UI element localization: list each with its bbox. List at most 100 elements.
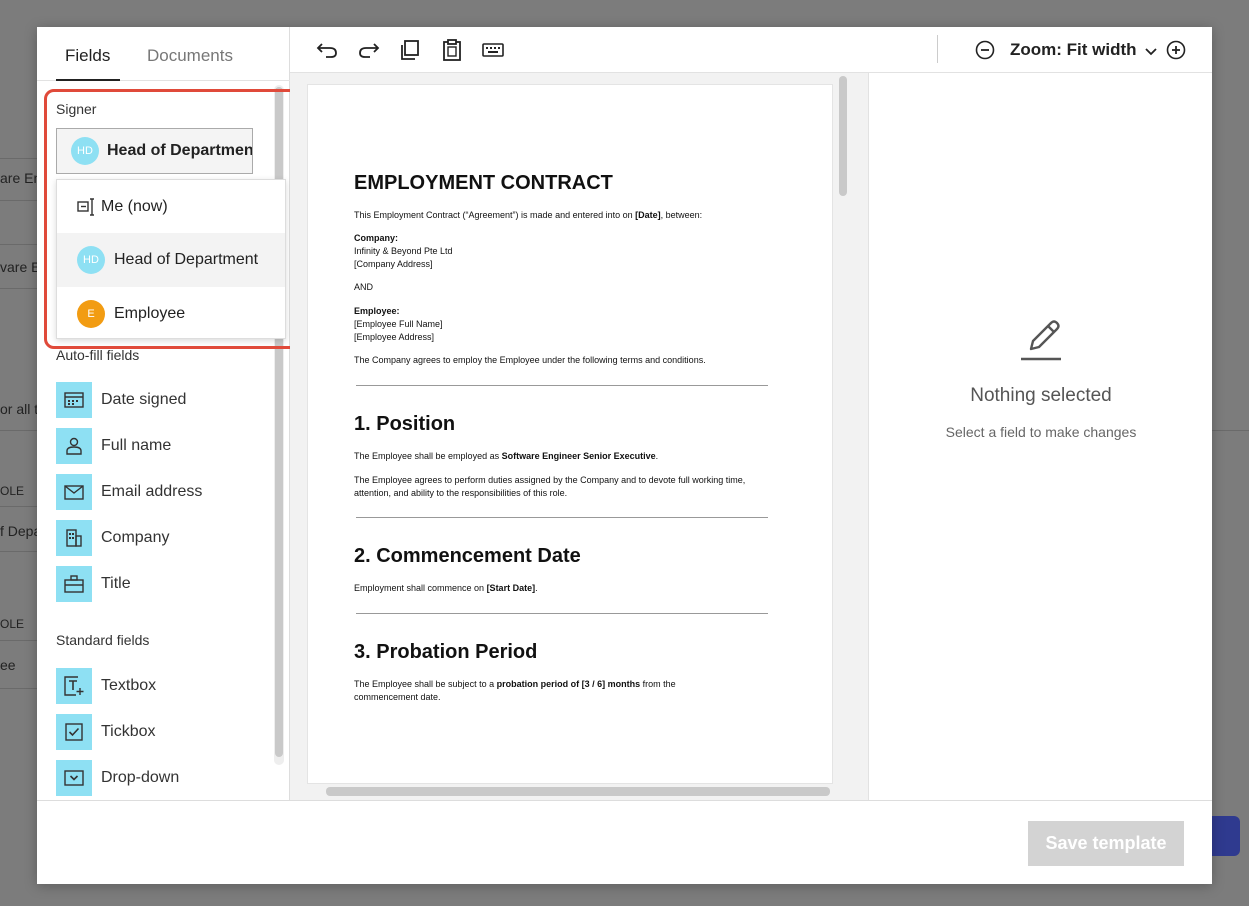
standard-section-label: Standard fields (56, 632, 150, 648)
tab-fields[interactable]: Fields (65, 46, 110, 66)
field-company[interactable]: Company (56, 520, 256, 556)
text: The Employee shall be subject to a (354, 679, 497, 689)
date-placeholder: [Date] (635, 210, 661, 220)
avatar: HD (71, 137, 99, 165)
building-icon (56, 520, 92, 556)
probation-term: probation period of [3 / 6] months (496, 679, 641, 689)
empty-state-subtitle: Select a field to make changes (945, 424, 1137, 440)
intro-paragraph: This Employment Contract (“Agreement”) i… (354, 209, 774, 222)
field-label: Drop-down (101, 769, 180, 786)
employee-name: [Employee Full Name] (354, 319, 443, 329)
bg-divider (0, 551, 37, 552)
field-label: Company (101, 529, 170, 546)
bg-divider (0, 244, 37, 245)
agreement-paragraph: The Company agrees to employ the Employe… (354, 355, 706, 365)
briefcase-icon (56, 566, 92, 602)
field-dropdown[interactable]: Drop-down (56, 760, 256, 796)
keyboard-icon[interactable] (481, 38, 505, 62)
probation-paragraph: The Employee shall be subject to a proba… (354, 678, 714, 704)
signer-selected-name: Head of Department (107, 142, 253, 159)
calendar-icon (56, 382, 92, 418)
bg-text: ee (0, 657, 16, 673)
redo-icon[interactable] (357, 38, 381, 62)
duties-paragraph: The Employee agrees to perform duties as… (354, 475, 746, 498)
text: This Employment Contract (“Agreement”) i… (354, 210, 636, 220)
bg-divider (0, 506, 37, 507)
employee-label: Employee: (354, 306, 400, 316)
section-heading: 1. Position (354, 413, 456, 435)
bg-divider (0, 200, 37, 201)
undo-icon[interactable] (315, 38, 339, 62)
bg-text: vare E (0, 259, 37, 275)
field-label: Date signed (101, 391, 187, 408)
field-label: Title (101, 575, 131, 592)
company-block: Company: Infinity & Beyond Pte Ltd [Comp… (354, 232, 774, 271)
option-label: Head of Department (114, 251, 259, 268)
job-title: Software Engineer Senior Executive (501, 451, 656, 461)
bg-button (1212, 816, 1240, 856)
option-label: Employee (114, 305, 186, 322)
checkbox-icon (56, 714, 92, 750)
field-full-name[interactable]: Full name (56, 428, 256, 464)
field-date-signed[interactable]: Date signed (56, 382, 256, 418)
section-divider (356, 385, 768, 386)
field-title[interactable]: Title (56, 566, 256, 602)
avatar: E (77, 300, 105, 328)
bg-divider (0, 640, 37, 641)
paste-icon[interactable] (440, 38, 464, 62)
modal-footer: Save template (37, 800, 1212, 884)
zoom-label: Zoom: Fit width (1010, 40, 1137, 59)
bg-text: f Depa (0, 523, 37, 539)
signer-select[interactable]: HD Head of Department (56, 128, 253, 174)
signer-dropdown-menu: Me (now) HD Head of Department E Employe… (56, 179, 286, 339)
document-title: EMPLOYMENT CONTRACT (354, 172, 613, 194)
dropdown-icon (56, 760, 92, 796)
employee-address: [Employee Address] (354, 332, 435, 342)
toolbar-divider (937, 35, 938, 63)
panel-tabs: Fields Documents (37, 27, 290, 81)
field-label: Email address (101, 483, 203, 500)
document-page[interactable]: EMPLOYMENT CONTRACT This Employment Cont… (307, 84, 833, 784)
field-tickbox[interactable]: Tickbox (56, 714, 256, 750)
document-horizontal-scrollbar[interactable] (326, 787, 830, 796)
section-heading: 2. Commencement Date (354, 545, 581, 567)
text: . (655, 451, 659, 461)
copy-icon[interactable] (398, 38, 422, 62)
autofill-section-label: Auto-fill fields (56, 347, 140, 363)
chevron-down-icon (1145, 41, 1157, 61)
and-text: AND (354, 282, 374, 292)
section-divider (356, 613, 768, 614)
avatar: HD (77, 246, 105, 274)
bg-text: OLE (0, 484, 25, 498)
field-label: Full name (101, 437, 172, 454)
commencement-paragraph: Employment shall commence on [Start Date… (354, 582, 774, 595)
properties-panel: Nothing selected Select a field to make … (868, 73, 1212, 800)
bg-divider (0, 688, 37, 689)
plus-circle-icon[interactable] (1164, 38, 1188, 62)
bg-divider (1212, 430, 1249, 431)
bg-text: are En (0, 170, 37, 186)
save-template-button[interactable]: Save template (1028, 821, 1184, 866)
bg-divider (0, 288, 37, 289)
zoom-select[interactable]: Zoom: Fit width (1010, 40, 1157, 61)
start-date-placeholder: [Start Date] (486, 583, 536, 593)
field-textbox[interactable]: Textbox (56, 668, 256, 704)
text: . (535, 583, 538, 593)
text: Employment shall commence on (354, 583, 487, 593)
template-editor-modal: Fields Documents Signer HD Head of Depar… (37, 27, 1212, 884)
minus-circle-icon[interactable] (973, 38, 997, 62)
empty-state-title: Nothing selected (970, 385, 1112, 406)
field-email-address[interactable]: Email address (56, 474, 256, 510)
company-address: [Company Address] (354, 259, 433, 269)
document-viewer[interactable]: EMPLOYMENT CONTRACT This Employment Cont… (290, 73, 868, 800)
scrollbar-thumb[interactable] (839, 76, 847, 196)
signer-label: Signer (56, 101, 97, 117)
signature-pad-icon (77, 197, 97, 217)
signer-option-head-of-department[interactable]: HD Head of Department (57, 233, 285, 287)
signer-option-me-now[interactable]: Me (now) (57, 180, 285, 234)
signer-option-employee[interactable]: E Employee (57, 287, 285, 341)
tab-documents[interactable]: Documents (147, 46, 233, 66)
field-label: Textbox (101, 677, 157, 694)
section-heading: 3. Probation Period (354, 641, 538, 663)
document-vertical-scrollbar[interactable] (838, 76, 848, 796)
